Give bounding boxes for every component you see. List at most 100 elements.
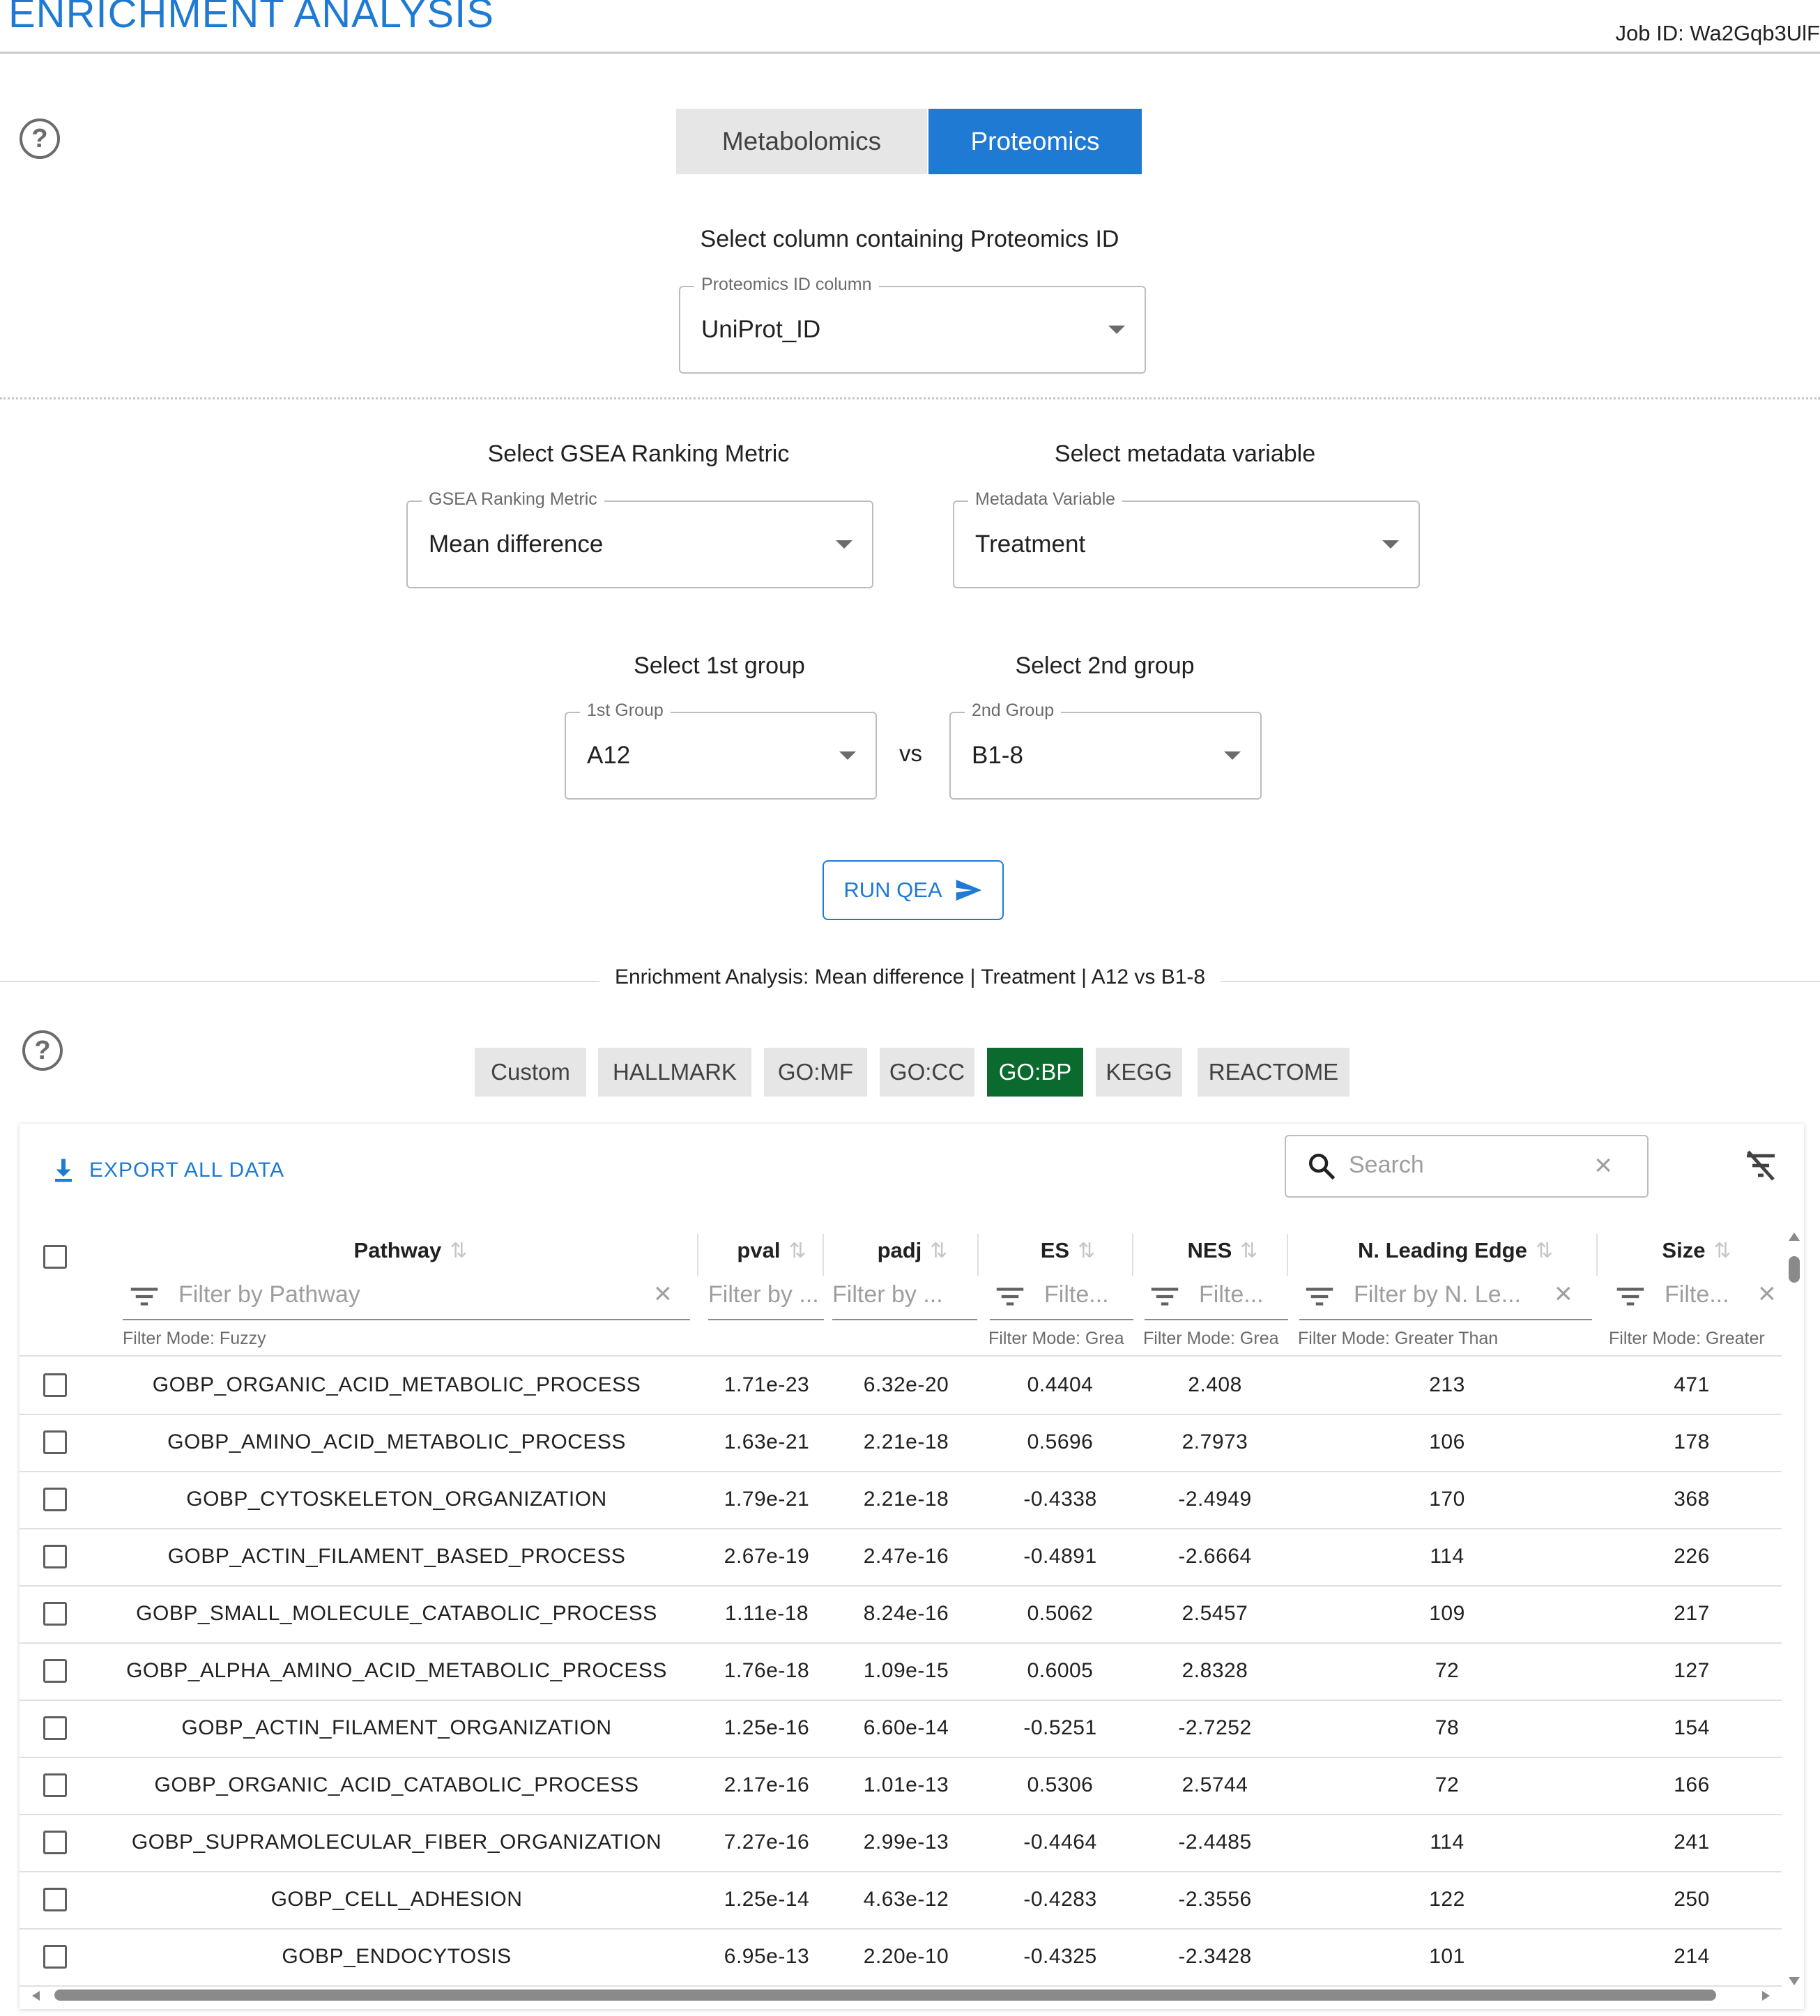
filter-input-pathway[interactable]: Filter by Pathway [178,1281,569,1308]
column-separator[interactable] [977,1234,979,1276]
cell-es: -0.4325 [1023,1945,1097,1968]
export-all-button[interactable]: EXPORT ALL DATA [53,1159,284,1182]
column-header-es[interactable]: ES ⇅ [992,1238,1144,1263]
tab-proteomics[interactable]: Proteomics [928,109,1142,174]
clear-filter-icon[interactable]: × [654,1278,672,1309]
clear-filter-icon[interactable]: × [1758,1278,1776,1309]
table-row[interactable]: GOBP_CELL_ADHESION 1.25e-14 4.63e-12 -0.… [20,1871,1782,1930]
run-qea-button[interactable]: RUN QEA [823,860,1004,920]
row-checkbox[interactable] [43,1488,67,1511]
clear-filter-icon[interactable]: × [1554,1278,1573,1309]
clear-search-icon[interactable]: × [1594,1150,1612,1181]
cell-pathway: GOBP_CYTOSKELETON_ORGANIZATION [186,1488,607,1511]
row-checkbox[interactable] [43,1602,67,1626]
column-header-n-leading-edge[interactable]: N. Leading Edge ⇅ [1302,1238,1609,1263]
scroll-right-icon[interactable] [1762,1991,1770,2001]
cell-es: 0.4404 [1027,1373,1094,1396]
column-separator[interactable] [1132,1234,1133,1276]
vertical-scrollbar[interactable] [1783,1228,1804,1995]
filter-off-icon[interactable] [1744,1150,1777,1181]
cell-nes: 2.8328 [1182,1659,1248,1682]
column-header-padj[interactable]: padj ⇅ [836,1238,988,1263]
cell-size: 127 [1674,1659,1710,1682]
row-checkbox[interactable] [43,1659,67,1683]
filter-underline [708,1319,824,1320]
cell-n-leading-edge: 72 [1435,1659,1460,1682]
column-separator[interactable] [1287,1234,1288,1276]
chevron-down-icon [1108,326,1125,334]
filter-input-nes[interactable]: Filte... [1199,1281,1290,1308]
table-row[interactable]: GOBP_ENDOCYTOSIS 6.95e-13 2.20e-10 -0.43… [20,1928,1782,1987]
table-row[interactable]: GOBP_ORGANIC_ACID_CATABOLIC_PROCESS 2.17… [20,1757,1782,1815]
group1-select[interactable]: 1st Group A12 [565,701,877,800]
table-row[interactable]: GOBP_ORGANIC_ACID_METABOLIC_PROCESS 1.71… [20,1357,1782,1415]
search-input[interactable]: Search × [1285,1135,1649,1198]
cell-pval: 2.17e-16 [724,1773,810,1796]
filter-input-padj[interactable]: Filter by ... [832,1281,965,1308]
group2-select[interactable]: 2nd Group B1-8 [949,701,1262,800]
tab-reactome[interactable]: REACTOME [1198,1048,1349,1097]
filter-icon[interactable] [1616,1287,1645,1306]
filter-icon[interactable] [1150,1287,1179,1306]
filter-input-size[interactable]: Filte... [1665,1281,1755,1308]
tab-go-cc[interactable]: GO:CC [880,1048,974,1097]
tab-hallmark[interactable]: HALLMARK [598,1048,751,1097]
row-checkbox[interactable] [43,1430,67,1454]
filter-icon[interactable] [1305,1287,1334,1306]
metadata-variable-select[interactable]: Metadata Variable Treatment [953,489,1420,588]
scroll-left-icon[interactable] [32,1991,40,2001]
help-icon[interactable]: ? [20,119,60,159]
sort-icon[interactable]: ⇅ [1536,1239,1553,1262]
tab-metabolomics[interactable]: Metabolomics [676,109,927,174]
filter-input-pval[interactable]: Filter by ... [708,1281,827,1308]
sort-icon[interactable]: ⇅ [1713,1239,1731,1262]
column-header-pval[interactable]: pval ⇅ [710,1238,834,1263]
table-row[interactable]: GOBP_AMINO_ACID_METABOLIC_PROCESS 1.63e-… [20,1414,1782,1472]
table-row[interactable]: GOBP_ACTIN_FILAMENT_BASED_PROCESS 2.67e-… [20,1528,1782,1587]
filter-input-es[interactable]: Filte... [1044,1281,1135,1308]
filter-mode-size: Filter Mode: Greater [1609,1329,1765,1348]
filter-underline [1299,1319,1592,1320]
help-icon[interactable]: ? [22,1030,63,1071]
scroll-down-icon[interactable] [1789,1977,1800,1985]
row-checkbox[interactable] [43,1716,67,1740]
filter-input-n-leading-edge[interactable]: Filter by N. Le... [1354,1281,1528,1308]
row-checkbox[interactable] [43,1831,67,1854]
table-row[interactable]: GOBP_ACTIN_FILAMENT_ORGANIZATION 1.25e-1… [20,1700,1782,1758]
column-separator[interactable] [1596,1234,1598,1276]
table-row[interactable]: GOBP_SUPRAMOLECULAR_FIBER_ORGANIZATION 7… [20,1814,1782,1872]
tab-kegg[interactable]: KEGG [1096,1048,1182,1097]
select-all-checkbox[interactable] [43,1245,67,1269]
row-checkbox[interactable] [43,1888,67,1911]
vertical-scroll-thumb[interactable] [1789,1256,1800,1283]
column-separator[interactable] [697,1234,698,1276]
column-header-pathway[interactable]: Pathway ⇅ [117,1238,704,1263]
horizontal-scrollbar[interactable] [20,1985,1783,2006]
tab-custom[interactable]: Custom [475,1048,586,1097]
ranking-metric-select[interactable]: GSEA Ranking Metric Mean difference [406,489,873,588]
column-header-nes[interactable]: NES ⇅ [1147,1238,1299,1263]
table-row[interactable]: GOBP_ALPHA_AMINO_ACID_METABOLIC_PROCESS … [20,1642,1782,1701]
column-separator[interactable] [823,1234,824,1276]
sort-icon[interactable]: ⇅ [450,1239,467,1262]
filter-icon[interactable] [130,1287,159,1306]
tab-go-bp[interactable]: GO:BP [987,1048,1083,1097]
proteomics-id-select[interactable]: Proteomics ID column UniProt_ID [679,275,1146,374]
row-checkbox[interactable] [43,1773,67,1797]
row-checkbox[interactable] [43,1373,67,1397]
tab-go-mf[interactable]: GO:MF [764,1048,867,1097]
horizontal-scroll-thumb[interactable] [54,1990,1716,2001]
table-row[interactable]: GOBP_SMALL_MOLECULE_CATABOLIC_PROCESS 1.… [20,1585,1782,1644]
sort-icon[interactable]: ⇅ [1240,1239,1257,1262]
scroll-up-icon[interactable] [1789,1232,1800,1241]
row-checkbox[interactable] [43,1945,67,1969]
sort-icon[interactable]: ⇅ [1078,1239,1095,1262]
filter-icon[interactable] [995,1287,1025,1306]
sort-icon[interactable]: ⇅ [788,1239,806,1262]
row-checkbox[interactable] [43,1545,67,1568]
cell-pval: 1.25e-14 [724,1888,810,1911]
table-row[interactable]: GOBP_CYTOSKELETON_ORGANIZATION 1.79e-21 … [20,1471,1782,1529]
cell-nes: 2.5457 [1182,1602,1248,1625]
column-header-size[interactable]: Size ⇅ [1613,1238,1780,1263]
sort-icon[interactable]: ⇅ [930,1239,947,1262]
